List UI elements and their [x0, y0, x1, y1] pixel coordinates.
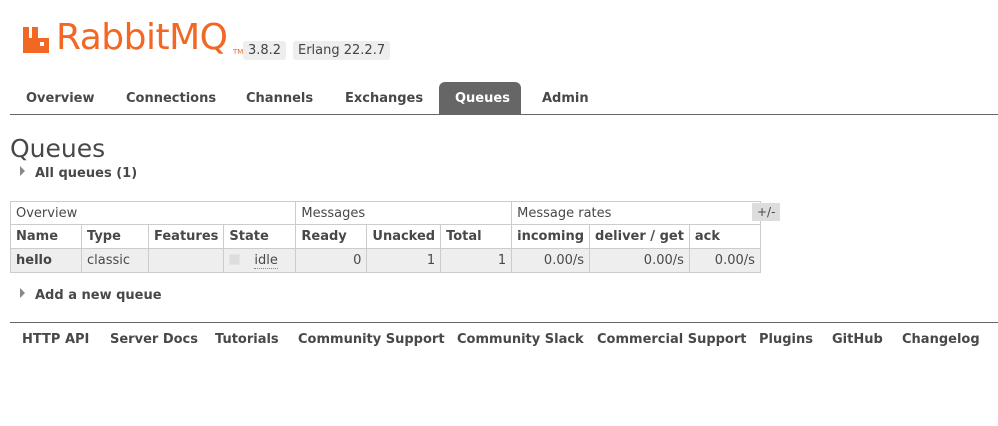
col-type[interactable]: Type: [81, 224, 149, 249]
col-state[interactable]: State: [223, 224, 297, 249]
page-title: Queues: [10, 134, 106, 163]
queue-state: idle: [223, 248, 297, 273]
footer-link-github[interactable]: GitHub: [832, 332, 883, 347]
table-row: hello classic idle 0 1 1 0.00/s 0.00/s 0…: [10, 248, 761, 273]
all-queues-label: All queues (1): [35, 166, 138, 181]
messages-ready: 0: [295, 248, 368, 273]
col-incoming[interactable]: incoming: [511, 224, 591, 249]
queue-type: classic: [81, 248, 149, 273]
group-header-messages: Messages: [295, 201, 513, 225]
main-nav-tabs: Overview Connections Channels Exchanges …: [10, 82, 998, 115]
footer-link-tutorials[interactable]: Tutorials: [215, 332, 279, 347]
footer-link-plugins[interactable]: Plugins: [759, 332, 813, 347]
tab-connections[interactable]: Connections: [110, 82, 232, 114]
col-unacked[interactable]: Unacked: [366, 224, 442, 249]
logo-wordmark: RabbitMQ: [56, 17, 228, 58]
footer-link-commercial-support[interactable]: Commercial Support: [597, 332, 747, 347]
col-ready[interactable]: Ready: [295, 224, 368, 249]
state-indicator-icon: [229, 254, 241, 265]
rabbitmq-logo-icon: [23, 27, 49, 53]
messages-total: 1: [440, 248, 513, 273]
tab-admin[interactable]: Admin: [526, 82, 605, 114]
group-header-overview: Overview: [9, 201, 297, 225]
queues-table: Overview Messages Message rates Name Typ…: [9, 201, 761, 273]
col-name[interactable]: Name: [10, 224, 82, 249]
footer-link-community-slack[interactable]: Community Slack: [457, 332, 584, 347]
add-queue-label: Add a new queue: [35, 288, 162, 303]
add-queue-toggle[interactable]: Add a new queue: [20, 288, 162, 303]
rate-incoming: 0.00/s: [511, 248, 591, 273]
col-ack[interactable]: ack: [688, 224, 761, 249]
state-label: idle: [254, 253, 278, 269]
rate-deliver-get: 0.00/s: [589, 248, 690, 273]
col-features[interactable]: Features: [147, 224, 225, 249]
tab-exchanges[interactable]: Exchanges: [329, 82, 439, 114]
messages-unacked: 1: [366, 248, 442, 273]
all-queues-toggle[interactable]: All queues (1): [20, 166, 137, 181]
erlang-version-badge: Erlang 22.2.7: [293, 41, 391, 60]
tab-channels[interactable]: Channels: [230, 82, 329, 114]
expand-triangle-icon: [20, 288, 25, 298]
footer-link-community-support[interactable]: Community Support: [298, 332, 445, 347]
version-badge: 3.8.2: [243, 41, 287, 60]
footer-link-changelog[interactable]: Changelog: [902, 332, 980, 347]
footer-link-http-api[interactable]: HTTP API: [22, 332, 89, 347]
column-toggle-button[interactable]: +/-: [752, 203, 781, 221]
expand-triangle-icon: [20, 166, 25, 176]
col-deliver-get[interactable]: deliver / get: [589, 224, 690, 249]
queue-name-link[interactable]: hello: [10, 248, 82, 273]
col-total[interactable]: Total: [440, 224, 513, 249]
logo-trademark: TM: [233, 48, 244, 56]
tab-queues[interactable]: Queues: [439, 82, 521, 114]
tab-overview[interactable]: Overview: [10, 82, 111, 114]
group-header-message-rates: Message rates: [511, 201, 761, 225]
footer-link-server-docs[interactable]: Server Docs: [110, 332, 198, 347]
queue-features: [147, 248, 225, 273]
footer: HTTP API Server Docs Tutorials Community…: [10, 322, 998, 353]
rate-ack: 0.00/s: [688, 248, 761, 273]
